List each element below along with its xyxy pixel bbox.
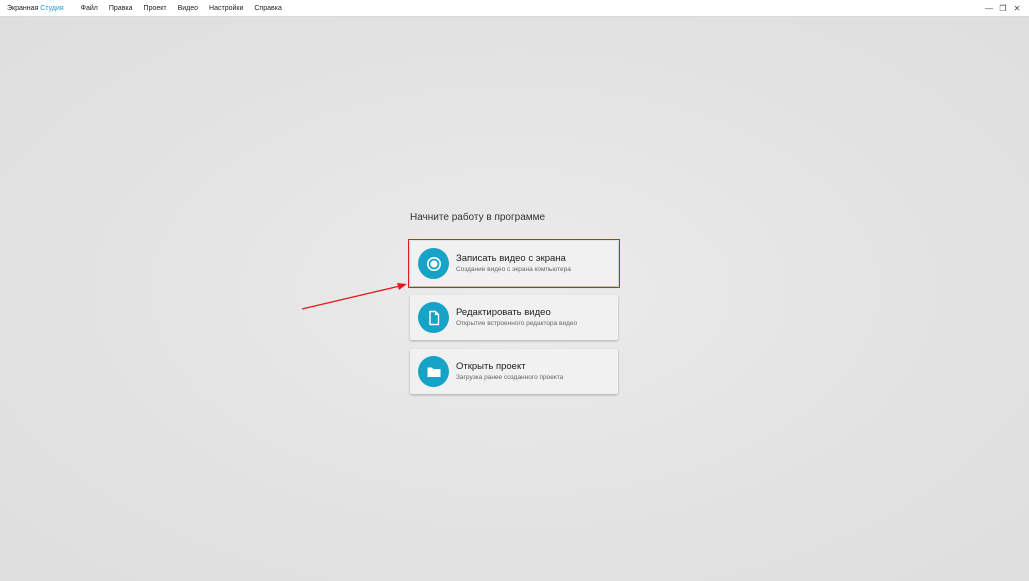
app-name-part2: Студия	[40, 4, 64, 12]
edit-video-card[interactable]: Редактировать видео Открытие встроенного…	[410, 295, 618, 340]
start-heading: Начните работу в программе	[410, 212, 546, 223]
card-subtitle: Открытие встроенного редактора видео	[456, 320, 578, 327]
minimize-button[interactable]: —	[983, 0, 995, 16]
card-subtitle: Загрузка ранее созданного проекта	[456, 374, 564, 381]
card-title: Записать видео с экрана	[456, 253, 566, 264]
menu-edit[interactable]: Правка	[109, 5, 133, 12]
card-title: Редактировать видео	[456, 307, 551, 318]
close-button[interactable]: ✕	[1011, 0, 1023, 16]
app-name: Экранная Студия	[7, 5, 64, 12]
app-name-part1: Экранная	[7, 4, 39, 12]
document-icon	[418, 302, 449, 333]
record-icon	[418, 248, 449, 279]
open-project-card[interactable]: Открыть проект Загрузка ранее созданного…	[410, 349, 618, 394]
menu-file[interactable]: Файл	[81, 5, 98, 12]
menu-settings[interactable]: Настройки	[209, 5, 243, 12]
menu-video[interactable]: Видео	[178, 5, 198, 12]
annotation-arrow	[301, 283, 407, 310]
card-title: Открыть проект	[456, 361, 526, 372]
record-screen-card[interactable]: Записать видео с экрана Создание видео с…	[410, 241, 618, 286]
title-bar: Экранная Студия Файл Правка Проект Видео…	[0, 0, 1029, 17]
menu-project[interactable]: Проект	[144, 5, 167, 12]
maximize-button[interactable]: ❐	[997, 0, 1009, 16]
folder-icon	[418, 356, 449, 387]
card-subtitle: Создание видео с экрана компьютера	[456, 266, 571, 273]
menu-bar: Файл Правка Проект Видео Настройки Справ…	[81, 5, 293, 12]
menu-help[interactable]: Справка	[254, 5, 281, 12]
window-controls: — ❐ ✕	[983, 0, 1029, 16]
